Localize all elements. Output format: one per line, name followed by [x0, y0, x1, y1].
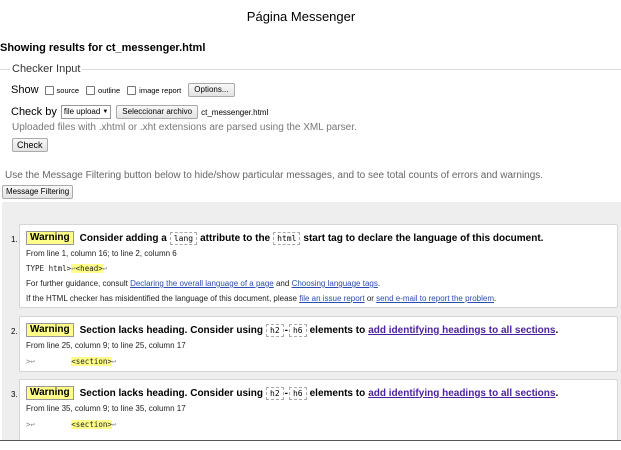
- message-text: elements to: [309, 324, 366, 336]
- message-number: 3.: [11, 390, 18, 399]
- code-snippet: h6: [288, 386, 307, 400]
- guidance-text: .: [377, 279, 381, 288]
- file-issue-link[interactable]: file an issue report: [299, 294, 364, 303]
- send-email-link[interactable]: send e-mail to report the problem: [376, 294, 494, 303]
- guidance-text: and: [275, 279, 290, 288]
- message-number: 1.: [11, 235, 18, 244]
- extract-text: TYPE html>: [26, 264, 72, 273]
- warning-badge: Warning: [26, 323, 74, 337]
- check-by-select[interactable]: file upload ▼: [60, 105, 112, 119]
- message-heading: Warning Section lacks heading. Consider …: [26, 323, 558, 337]
- misidentified-text: .: [494, 294, 497, 303]
- extract-highlight-text: <head>: [75, 264, 103, 273]
- message-filtering-button[interactable]: Message Filtering: [2, 185, 74, 199]
- results-heading: Showing results for ct_messenger.html: [0, 42, 206, 54]
- add-headings-link[interactable]: add identifying headings to all sections: [368, 325, 555, 336]
- message-extract: >↩ <section>↩: [26, 420, 116, 429]
- outline-checkbox[interactable]: outline: [86, 85, 121, 95]
- message-item: 1. Warning Consider adding a lang attrib…: [11, 224, 618, 308]
- show-options-row: Show source outline image report Options…: [11, 83, 235, 97]
- message-location: From line 25, column 9; to line 25, colu…: [26, 341, 186, 350]
- fieldset-border: [0, 69, 621, 70]
- code-snippet: h6: [288, 323, 307, 337]
- code-snippet: lang: [169, 231, 198, 245]
- checkbox-icon[interactable]: [44, 85, 54, 95]
- message-guidance: For further guidance, consult Declaring …: [26, 279, 380, 288]
- return-icon: ↩: [111, 357, 117, 366]
- extract-text: >↩: [26, 357, 36, 366]
- message-item: 2. Warning Section lacks heading. Consid…: [11, 316, 618, 372]
- message-heading: Warning Consider adding a lang attribute…: [26, 231, 543, 245]
- message-extract: TYPE html>↩<head>↩: [26, 264, 107, 273]
- message-text: Section lacks heading. Consider using: [79, 387, 263, 399]
- message-location: From line 1, column 16; to line 2, colum…: [26, 249, 177, 258]
- return-icon: ↩: [102, 264, 108, 273]
- message-text: elements to: [309, 387, 366, 399]
- misidentified-text: If the HTML checker has misidentified th…: [26, 294, 297, 303]
- message-text: attribute to the: [200, 232, 271, 244]
- return-icon: ↩: [111, 420, 117, 429]
- message-misidentified: If the HTML checker has misidentified th…: [26, 294, 496, 303]
- code-snippet: h2: [266, 323, 284, 337]
- choosing-language-tags-link[interactable]: Choosing language tags: [292, 279, 378, 288]
- choose-file-button[interactable]: Seleccionar archivo: [116, 105, 199, 119]
- page-title: Página Messenger: [246, 9, 356, 24]
- dropdown-arrow-icon: ▼: [102, 109, 109, 115]
- range-dash: -: [284, 324, 288, 336]
- message-heading: Warning Section lacks heading. Consider …: [26, 386, 558, 400]
- message-number: 2.: [11, 327, 18, 336]
- warning-badge: Warning: [26, 231, 74, 245]
- check-button[interactable]: Check: [12, 138, 48, 152]
- show-label: Show: [11, 84, 39, 96]
- extract-highlight: <section>: [71, 420, 112, 429]
- warning-badge: Warning: [26, 386, 74, 400]
- validator-frame: Showing results for ct_messenger.html Ch…: [0, 36, 621, 441]
- image-report-checkbox[interactable]: image report: [127, 85, 182, 95]
- range-dash: -: [284, 387, 288, 399]
- options-button[interactable]: Options...: [188, 83, 235, 97]
- checkbox-icon[interactable]: [86, 85, 96, 95]
- check-by-value: file upload: [63, 107, 101, 116]
- extract-text: >↩: [26, 420, 36, 429]
- message-item: 3. Warning Section lacks heading. Consid…: [11, 379, 618, 440]
- check-by-row: Check by file upload ▼ Seleccionar archiv…: [11, 105, 268, 119]
- selected-file-name: ct_messenger.html: [201, 107, 269, 117]
- message-text: .: [555, 387, 559, 399]
- message-text: Section lacks heading. Consider using: [79, 324, 263, 336]
- misidentified-text: or: [366, 294, 374, 303]
- image-report-label: image report: [139, 85, 182, 95]
- source-checkbox[interactable]: source: [44, 85, 80, 95]
- extract-highlight: <section>: [71, 357, 112, 366]
- source-label: source: [56, 85, 80, 95]
- code-snippet: html: [273, 231, 301, 245]
- check-by-label: Check by: [11, 106, 57, 118]
- message-text: Consider adding a: [79, 232, 167, 244]
- extract-highlight: ↩<head>: [71, 264, 103, 273]
- guidance-text: For further guidance, consult: [26, 279, 128, 288]
- filter-note: Use the Message Filtering button below t…: [5, 170, 544, 181]
- message-text: .: [555, 324, 559, 336]
- add-headings-link[interactable]: add identifying headings to all sections: [368, 388, 555, 399]
- outline-label: outline: [98, 85, 121, 95]
- message-extract: >↩ <section>↩: [26, 357, 116, 366]
- code-snippet: h2: [266, 386, 284, 400]
- message-list: 1. Warning Consider adding a lang attrib…: [2, 202, 621, 440]
- declaring-language-link[interactable]: Declaring the overall language of a page: [130, 279, 274, 288]
- message-text: start tag to declare the language of thi…: [303, 232, 544, 244]
- checkbox-icon[interactable]: [127, 85, 137, 95]
- xml-parser-hint: Uploaded files with .xhtml or .xht exten…: [12, 122, 357, 133]
- checker-input-legend: Checker Input: [10, 63, 83, 75]
- message-location: From line 35, column 9; to line 35, colu…: [26, 404, 186, 413]
